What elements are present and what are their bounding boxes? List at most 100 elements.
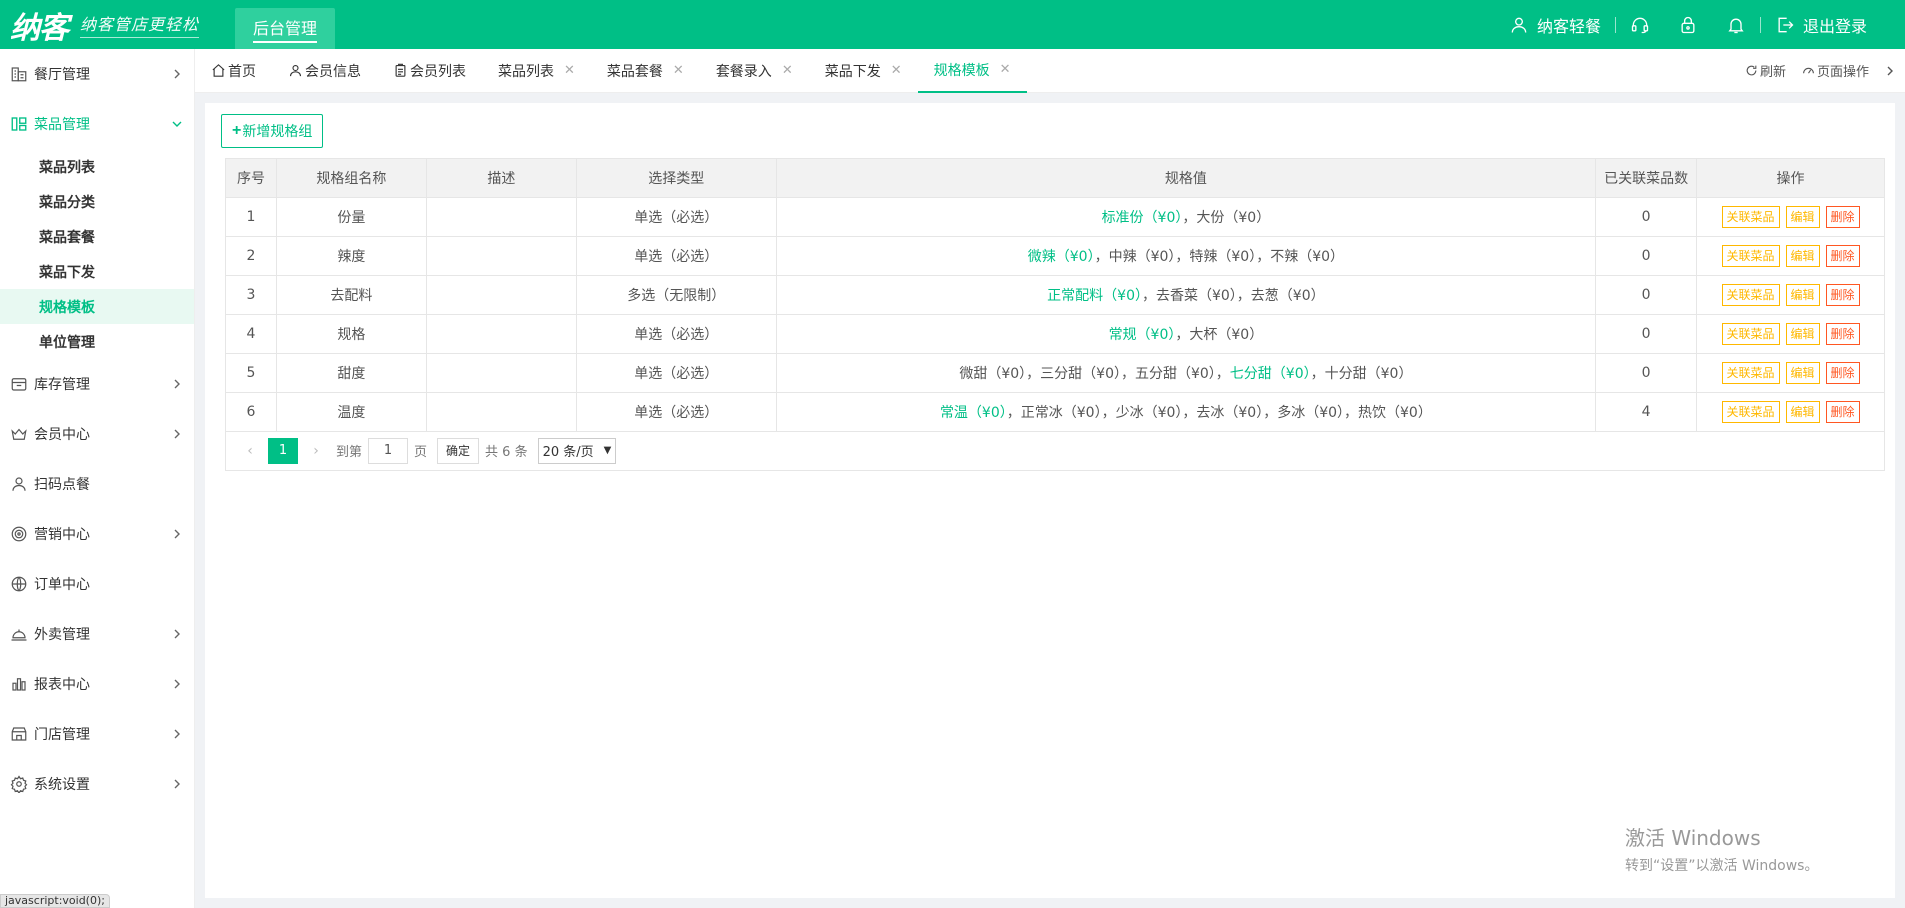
tab-label: 会员列表 bbox=[410, 63, 466, 80]
edit-button[interactable]: 编辑 bbox=[1785, 323, 1820, 345]
chevron-right-icon bbox=[174, 379, 180, 389]
tab-spec-template[interactable]: 规格模板 ✕ bbox=[917, 49, 1027, 93]
spec-value-default: 常规（¥0） bbox=[1108, 327, 1176, 343]
edit-button[interactable]: 编辑 bbox=[1785, 206, 1820, 228]
tab-dish-dispatch[interactable]: 菜品下发 ✕ bbox=[809, 49, 918, 93]
chevron-right-icon bbox=[1887, 66, 1893, 75]
sidebar-item-inventory[interactable]: 库存管理 bbox=[0, 359, 194, 409]
tab-combo-entry[interactable]: 套餐录入 ✕ bbox=[700, 49, 809, 93]
tab-label: 菜品下发 bbox=[824, 63, 881, 80]
page-ops-button[interactable]: 页面操作 bbox=[1794, 61, 1877, 80]
table-header-row: 序号 规格组名称 描述 选择类型 规格值 已关联菜品数 操作 bbox=[225, 158, 1885, 198]
sidebar-item-stores[interactable]: 门店管理 bbox=[0, 709, 194, 759]
tab-member-list[interactable]: 会员列表 bbox=[377, 49, 482, 93]
col-header: 描述 bbox=[425, 158, 577, 198]
close-icon[interactable]: ✕ bbox=[564, 63, 575, 78]
bell-icon bbox=[1728, 18, 1744, 33]
lock-button[interactable] bbox=[1664, 15, 1712, 35]
close-icon[interactable]: ✕ bbox=[891, 63, 902, 78]
link-dishes-button[interactable]: 关联菜品 bbox=[1721, 323, 1780, 345]
cell-name: 温度 bbox=[275, 392, 427, 432]
tabs-scroll-right[interactable] bbox=[1877, 66, 1905, 76]
sidebar-subitem-unit[interactable]: 单位管理 bbox=[0, 324, 194, 359]
cell-linked-count: 4 bbox=[1595, 392, 1698, 432]
close-icon[interactable]: ✕ bbox=[1000, 62, 1011, 77]
logout-icon bbox=[1778, 17, 1794, 32]
delete-button[interactable]: 删除 bbox=[1825, 206, 1860, 228]
tab-dish-list[interactable]: 菜品列表 ✕ bbox=[482, 49, 591, 93]
chevron-down-icon bbox=[172, 121, 182, 127]
logout-button[interactable]: 退出登录 bbox=[1761, 13, 1881, 37]
page-jump-input[interactable]: 1 bbox=[368, 437, 409, 464]
sidebar-item-settings[interactable]: 系统设置 bbox=[0, 759, 194, 809]
delete-button[interactable]: 删除 bbox=[1825, 245, 1860, 267]
tab-member-info[interactable]: 会员信息 bbox=[272, 49, 377, 93]
sidebar-item-scan-order[interactable]: 扫码点餐 bbox=[0, 459, 194, 509]
page-jump-confirm-button[interactable]: 确定 bbox=[437, 437, 480, 464]
table-row: 3 去配料 多选（无限制） 正常配料（¥0），去香菜（¥0），去葱（¥0） 0 关联菜品编… bbox=[225, 275, 1885, 315]
add-button-label: 新增规格组 bbox=[242, 123, 313, 139]
sidebar-item-orders[interactable]: 订单中心 bbox=[0, 559, 194, 609]
sidebar-item-label: 报表中心 bbox=[34, 677, 90, 693]
logout-label: 退出登录 bbox=[1802, 16, 1867, 36]
edit-button[interactable]: 编辑 bbox=[1785, 284, 1820, 306]
brand-logo[interactable]: 纳客 纳客管店更轻松 bbox=[0, 0, 225, 49]
sidebar-item-marketing[interactable]: 营销中心 bbox=[0, 509, 194, 559]
cell-desc bbox=[425, 236, 577, 276]
page-size-value: 20 条/页 bbox=[542, 445, 594, 460]
link-dishes-button[interactable]: 关联菜品 bbox=[1721, 401, 1780, 423]
sidebar-item-label: 库存管理 bbox=[34, 377, 90, 393]
add-spec-group-button[interactable]: + 新增规格组 bbox=[221, 114, 324, 148]
cell-values: 标准份（¥0），大份（¥0） bbox=[775, 197, 1597, 237]
col-header: 序号 bbox=[225, 158, 277, 198]
cell-ops: 关联菜品 编辑 删除 bbox=[1696, 314, 1885, 354]
tab-dish-combo[interactable]: 菜品套餐 ✕ bbox=[591, 49, 700, 93]
cell-linked-count: 0 bbox=[1595, 353, 1698, 393]
sidebar-item-takeaway[interactable]: 外卖管理 bbox=[0, 609, 194, 659]
edit-button[interactable]: 编辑 bbox=[1785, 401, 1820, 423]
link-dishes-button[interactable]: 关联菜品 bbox=[1721, 362, 1780, 384]
close-icon[interactable]: ✕ bbox=[673, 63, 684, 78]
delete-button[interactable]: 删除 bbox=[1825, 362, 1860, 384]
sidebar-subitem-dish-dispatch[interactable]: 菜品下发 bbox=[0, 254, 194, 289]
sidebar-subitem-dish-list[interactable]: 菜品列表 bbox=[0, 149, 194, 184]
page-number-current[interactable]: 1 bbox=[268, 437, 298, 464]
edit-button[interactable]: 编辑 bbox=[1785, 245, 1820, 267]
delete-button[interactable]: 删除 bbox=[1825, 284, 1860, 306]
sidebar-item-label: 菜品管理 bbox=[34, 117, 90, 133]
support-button[interactable] bbox=[1616, 15, 1664, 35]
sidebar-item-dishes[interactable]: 菜品管理 bbox=[0, 99, 194, 149]
prev-page-button[interactable]: ‹ bbox=[236, 443, 264, 459]
close-icon[interactable]: ✕ bbox=[782, 63, 793, 78]
link-dishes-button[interactable]: 关联菜品 bbox=[1721, 284, 1780, 306]
page-unit-label: 页 bbox=[414, 445, 428, 460]
windows-activation-watermark: 激活 Windows 转到“设置”以激活 Windows。 bbox=[1625, 822, 1818, 875]
sidebar-subitem-dish-combo[interactable]: 菜品套餐 bbox=[0, 219, 194, 254]
sidebar-subitem-spec-template[interactable]: 规格模板 bbox=[0, 289, 194, 324]
sidebar-item-label: 门店管理 bbox=[34, 727, 90, 743]
spec-values-post: ，去香菜（¥0），去葱（¥0） bbox=[1141, 288, 1325, 304]
table-row: 2 辣度 单选（必选） 微辣（¥0），中辣（¥0），特辣（¥0），不辣（¥0） 0 关联菜… bbox=[225, 236, 1885, 276]
next-page-button[interactable]: › bbox=[302, 443, 330, 459]
user-menu[interactable]: 纳客轻餐 bbox=[1495, 13, 1615, 37]
sidebar-item-label: 餐厅管理 bbox=[34, 67, 90, 83]
headset-icon bbox=[1631, 17, 1649, 33]
refresh-button[interactable]: 刷新 bbox=[1737, 61, 1794, 80]
link-dishes-button[interactable]: 关联菜品 bbox=[1721, 245, 1780, 267]
sidebar-item-member[interactable]: 会员中心 bbox=[0, 409, 194, 459]
delete-button[interactable]: 删除 bbox=[1825, 401, 1860, 423]
notification-button[interactable] bbox=[1712, 15, 1760, 35]
target-icon bbox=[10, 525, 28, 543]
edit-button[interactable]: 编辑 bbox=[1785, 362, 1820, 384]
logo-slogan: 纳客管店更轻松 bbox=[80, 11, 200, 38]
home-icon bbox=[212, 64, 225, 77]
tab-home[interactable]: 首页 bbox=[195, 49, 272, 93]
delete-button[interactable]: 删除 bbox=[1825, 323, 1860, 345]
sidebar-item-restaurant[interactable]: 餐厅管理 bbox=[0, 49, 194, 99]
link-dishes-button[interactable]: 关联菜品 bbox=[1721, 206, 1780, 228]
page-size-select[interactable]: 20 条/页 ▼ bbox=[537, 437, 617, 464]
admin-tab[interactable]: 后台管理 bbox=[235, 8, 336, 49]
spec-values-pre: 微甜（¥0），三分甜（¥0），五分甜（¥0）， bbox=[959, 366, 1230, 382]
sidebar-item-reports[interactable]: 报表中心 bbox=[0, 659, 194, 709]
sidebar-subitem-dish-category[interactable]: 菜品分类 bbox=[0, 184, 194, 219]
